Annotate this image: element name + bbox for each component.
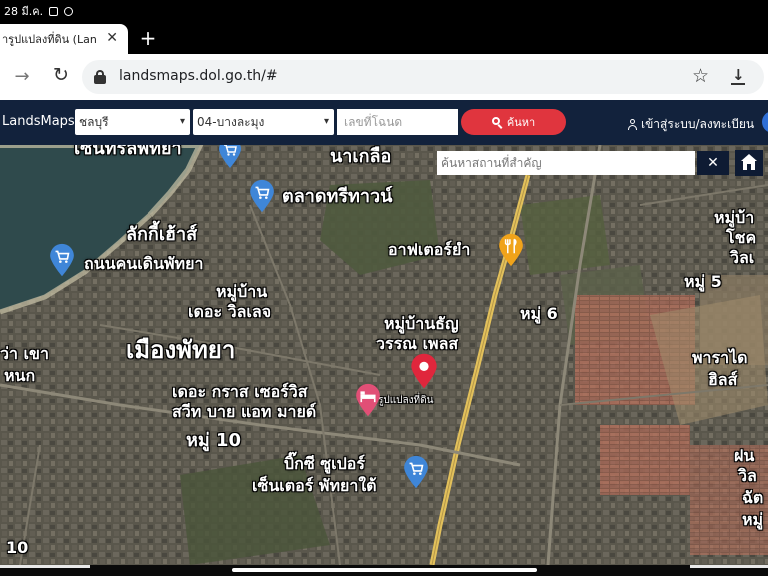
map-label: หมู่ 10: [186, 430, 242, 451]
map-label: ฉัต: [742, 488, 764, 507]
map-label: หมู่ 6: [520, 304, 558, 323]
map-label: ตลาดทรีทาวน์: [282, 186, 393, 207]
forward-arrow-icon[interactable]: →: [12, 66, 32, 87]
parcel-label: รูปแปลงที่ดิน: [378, 395, 434, 406]
reload-icon[interactable]: ↻: [50, 64, 72, 86]
map-label: หนก: [4, 366, 36, 385]
search-icon: [491, 117, 503, 129]
gesture-bar: [0, 565, 768, 576]
shopping-cart-icon[interactable]: [48, 241, 76, 279]
map-label: เดอะ กราส เซอร์วิส: [172, 382, 308, 401]
map-label: เซ็นเตอร์ พัทยาใต้: [252, 476, 377, 495]
map-label: ลักกี้เฮ้าส์: [126, 224, 198, 245]
search-button[interactable]: ค้นหา: [461, 109, 566, 135]
shopping-cart-icon[interactable]: [248, 177, 276, 215]
map-label: หมู่บ้านธัญ: [384, 314, 459, 333]
map-label: หมู่ 5: [684, 272, 722, 291]
browser-tab[interactable]: ารูปแปลงที่ดิน (Lan ✕: [0, 24, 128, 54]
notification-icon: [64, 6, 74, 16]
landsmaps-header: LandsMaps ชลบุรี ▾ 04-บางละมุง ▾ ค้นหา เ…: [0, 100, 768, 145]
place-search-input[interactable]: [437, 151, 695, 175]
screen: 28 มี.ค. ารูปแปลงที่ดิน (Lan ✕ + → ↻ lan…: [0, 0, 768, 576]
shopping-cart-icon[interactable]: [402, 453, 430, 491]
lock-icon[interactable]: [94, 70, 106, 84]
map-label: นาเกลือ: [330, 146, 392, 167]
map-label: อาฟเตอร์ยำ: [388, 240, 471, 259]
map-label: สวีท บาย แอท มายด์: [172, 402, 317, 421]
map-label: โชค: [726, 228, 757, 247]
address-bar[interactable]: landsmaps.dol.go.th/# ☆ ↓: [82, 60, 764, 94]
chevron-down-icon: ▾: [323, 116, 329, 127]
tab-close-icon[interactable]: ✕: [106, 30, 118, 46]
download-icon[interactable]: ↓: [730, 66, 746, 86]
map-label: เซ็นทรัลพัทยา: [74, 145, 182, 159]
map-label: หมู่: [742, 510, 764, 529]
url-text[interactable]: landsmaps.dol.go.th/#: [119, 68, 278, 84]
district-select[interactable]: 04-บางละมุง ▾: [193, 109, 334, 135]
home-icon[interactable]: [735, 150, 763, 176]
login-label: เข้าสู่ระบบ/ลงทะเบียน: [641, 117, 755, 131]
user-icon: [628, 119, 637, 130]
map-label: พาราได: [692, 348, 748, 367]
map-label: วิล: [738, 466, 757, 485]
district-value: 04-บางละมุง: [197, 115, 265, 129]
map-label: หมู่บ้าน: [216, 282, 268, 301]
map-imagery: [0, 145, 768, 565]
map-label: วิลเ: [730, 248, 755, 267]
map-label: ฮิลส์: [708, 370, 738, 389]
province-select[interactable]: ชลบุรี ▾: [75, 109, 190, 135]
new-tab-button[interactable]: +: [138, 26, 158, 50]
status-time: 28 มี.ค.: [4, 5, 44, 18]
facebook-notification-icon: [49, 6, 59, 16]
restaurant-icon[interactable]: [497, 231, 525, 269]
map-label: 10: [6, 538, 29, 557]
home-indicator[interactable]: [232, 568, 537, 572]
parcel-number-input[interactable]: [337, 109, 458, 135]
hotel-icon[interactable]: [354, 381, 382, 419]
search-button-label: ค้นหา: [506, 116, 536, 129]
chevron-down-icon: ▾: [179, 116, 185, 127]
map-label: ฝน: [734, 446, 755, 465]
map-label: บิ๊กซี ซูเปอร์: [284, 454, 365, 473]
map-label: เดอะ วิลเลจ: [188, 302, 272, 321]
shopping-cart-icon[interactable]: [217, 145, 243, 169]
map-label: เมืองพัทยา: [126, 336, 236, 364]
brand-logo[interactable]: LandsMaps: [2, 114, 75, 129]
tab-strip: ารูปแปลงที่ดิน (Lan ✕: [0, 22, 768, 54]
map-label: ว่า เขา: [0, 344, 49, 363]
location-pin-icon[interactable]: [409, 351, 439, 391]
login-register-link[interactable]: เข้าสู่ระบบ/ลงทะเบียน: [628, 115, 754, 134]
tab-title: ารูปแปลงที่ดิน (Lan: [2, 33, 97, 46]
map-label: ถนนคนเดินพัทยา: [84, 254, 204, 273]
map-label: หมู่บ้า: [714, 208, 755, 227]
province-value: ชลบุรี: [79, 115, 109, 129]
status-bar: 28 มี.ค.: [0, 0, 768, 22]
satellite-map[interactable]: ✕ เซ็นทรัลพัทยา นาเกลือ ตลาดทรีทาวน์ ลัก…: [0, 145, 768, 565]
close-icon[interactable]: ✕: [697, 151, 729, 175]
browser-toolbar: → ↻ landsmaps.dol.go.th/# ☆ ↓: [0, 54, 768, 100]
star-icon[interactable]: ☆: [692, 65, 709, 87]
